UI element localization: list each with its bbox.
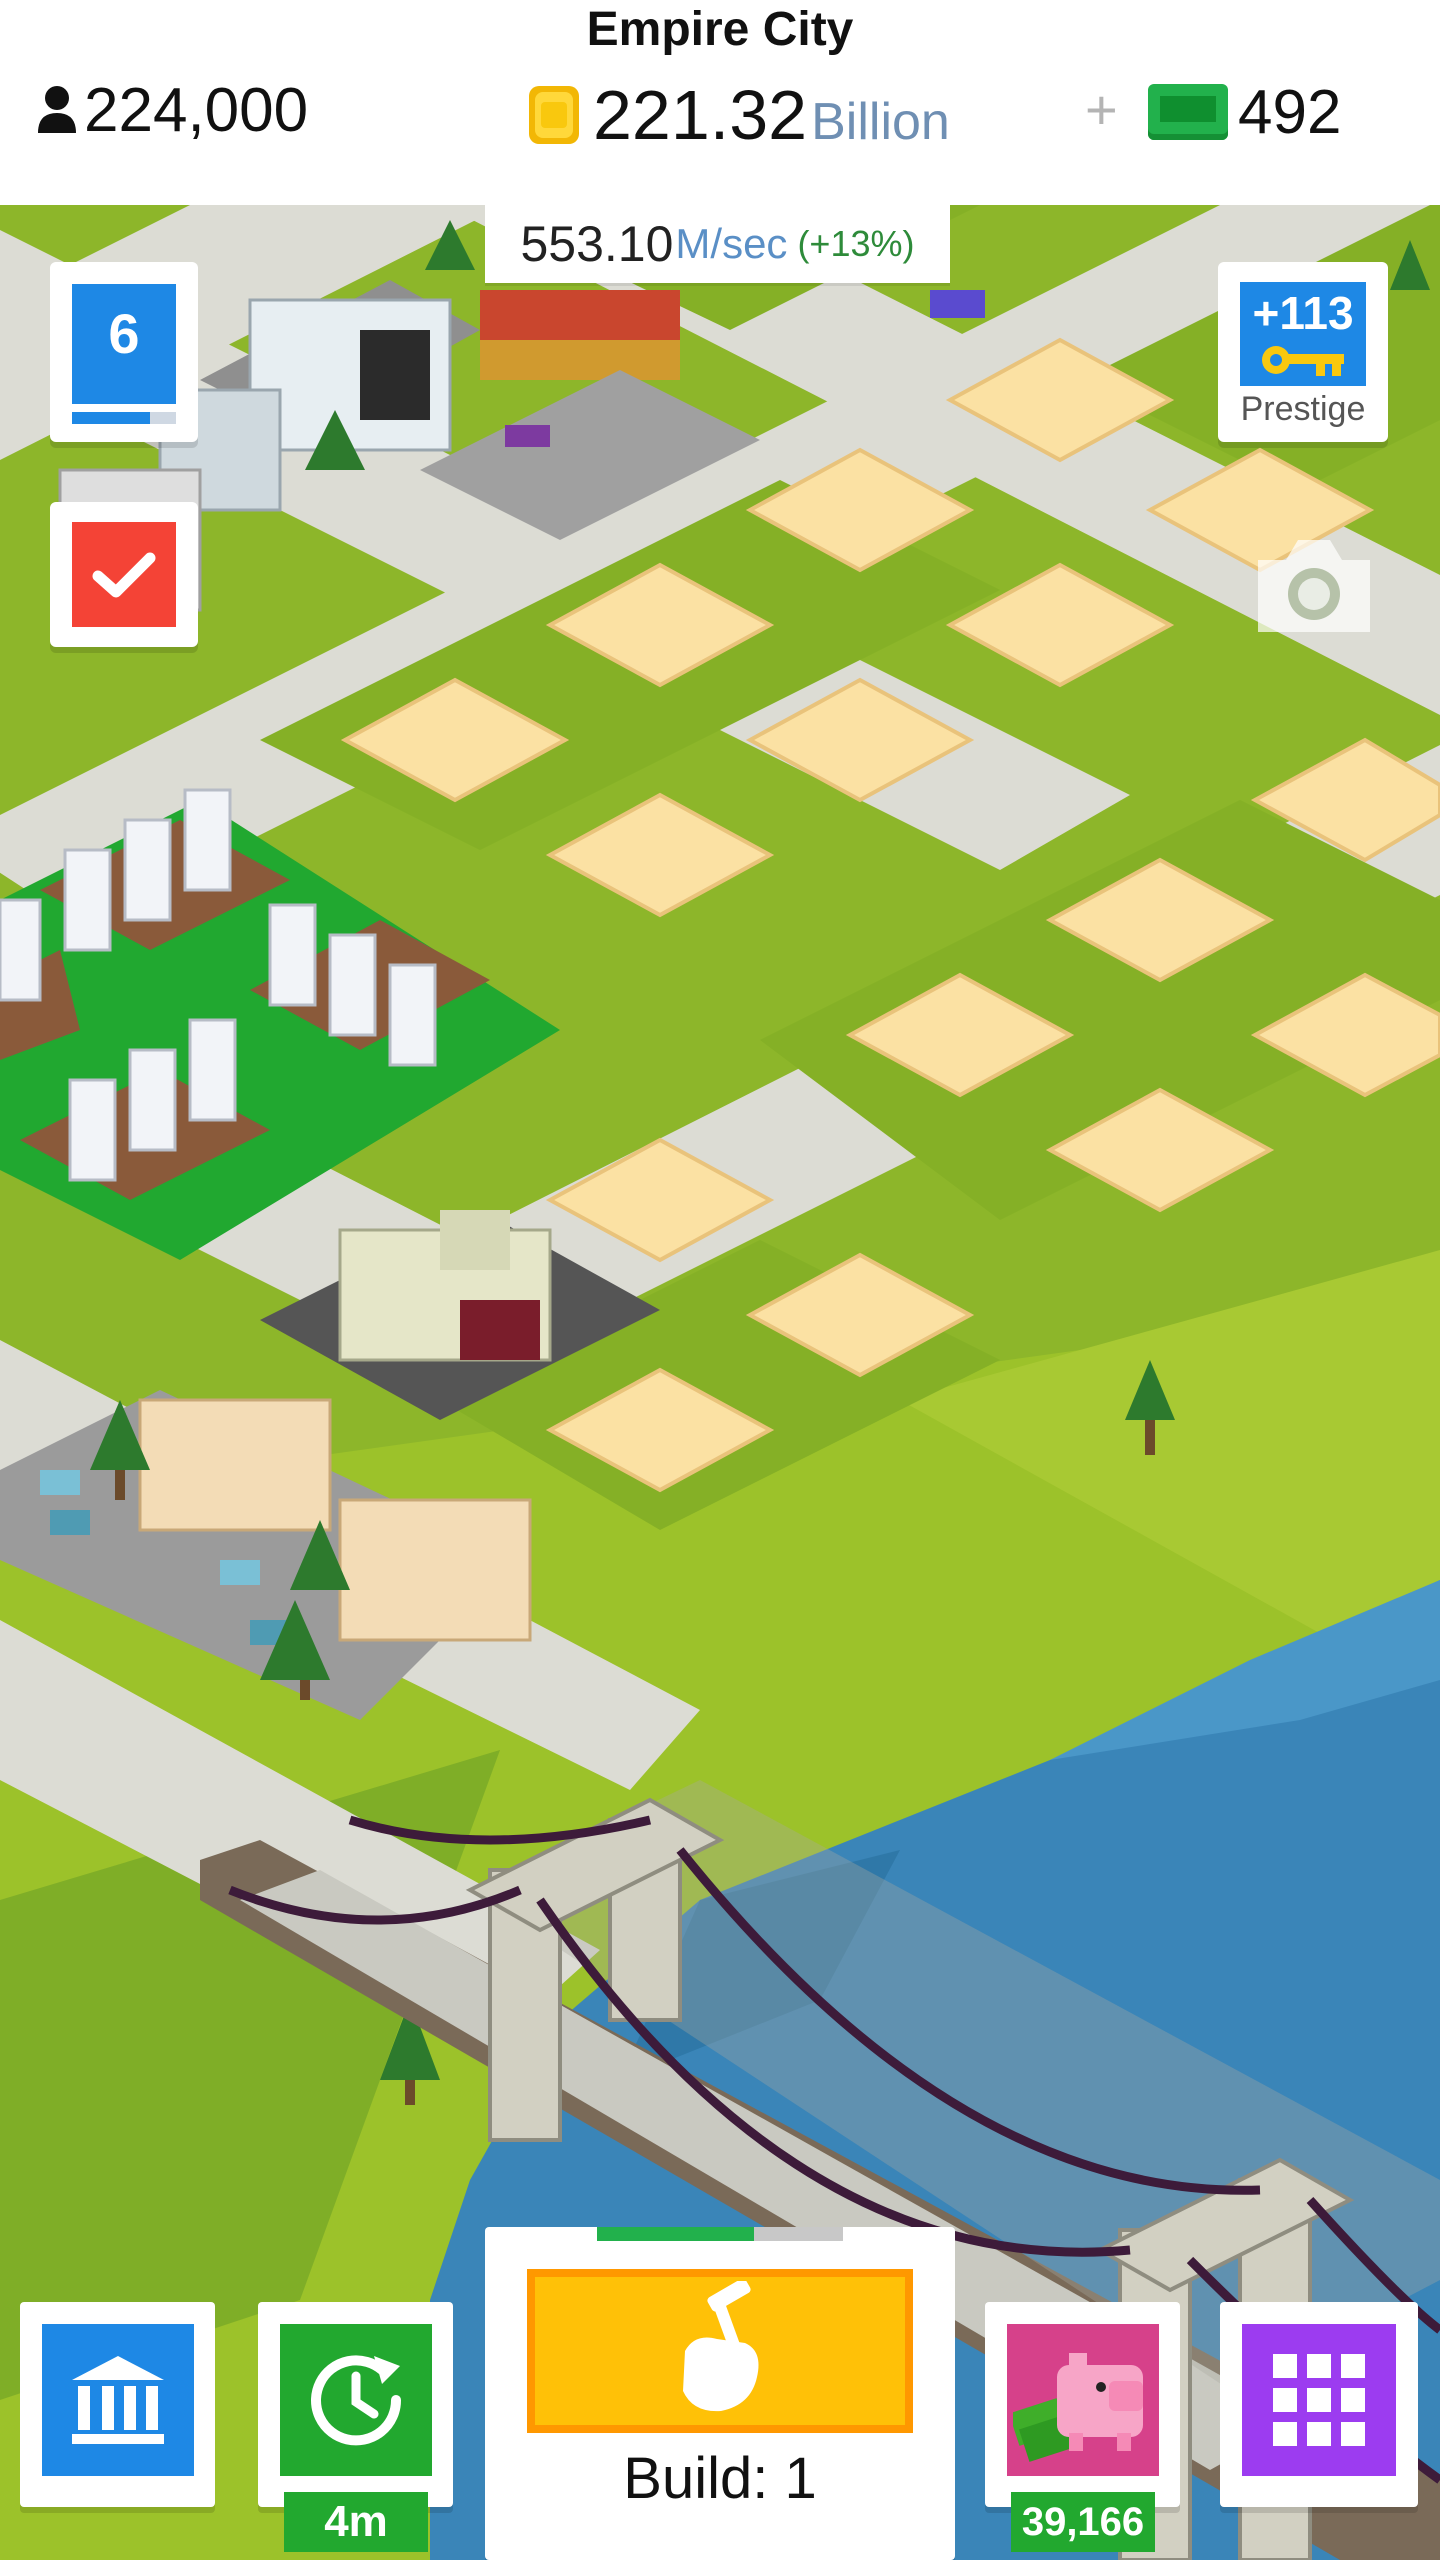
person-icon xyxy=(38,86,76,133)
city-name: Empire City xyxy=(586,3,854,56)
income-unit: M/sec xyxy=(675,220,788,267)
population-value: 224,000 xyxy=(84,75,309,145)
menu-badge xyxy=(1242,2324,1396,2476)
build-button[interactable]: Build: 1 xyxy=(485,2227,955,2560)
build-progress-bar xyxy=(597,2227,843,2241)
money-amount: 221.32 xyxy=(593,76,808,154)
piggy-badge xyxy=(1007,2324,1159,2476)
prestige-button[interactable]: +113 Prestige xyxy=(1218,262,1388,442)
top-bar: Empire City 224,000 221.32 Billion + 492 xyxy=(0,0,1440,205)
cash-icon xyxy=(1148,84,1228,140)
level-button[interactable]: 6 xyxy=(50,262,198,442)
build-progress-fill xyxy=(597,2227,755,2241)
hammer-hand-icon xyxy=(683,2281,759,2412)
boost-timer: 4m xyxy=(284,2492,428,2552)
money-unit: Billion xyxy=(811,93,950,151)
camera-icon xyxy=(1258,540,1370,632)
coin-icon xyxy=(529,86,579,144)
money-display: 221.32 Billion xyxy=(525,70,950,160)
prestige-badge: +113 xyxy=(1240,282,1366,386)
boost-button[interactable]: 4m xyxy=(258,2302,453,2552)
key-icon xyxy=(1262,346,1344,376)
clock-icon xyxy=(311,2355,402,2446)
income-value: 553.10 xyxy=(520,216,674,272)
prestige-label: Prestige xyxy=(1240,390,1366,428)
museum-badge xyxy=(42,2324,194,2476)
piggy-bank-icon xyxy=(1013,2353,1143,2462)
menu-button[interactable] xyxy=(1220,2302,1418,2507)
grid-icon xyxy=(1273,2354,1365,2446)
level-number: 6 xyxy=(108,302,140,365)
income-bonus: (+13%) xyxy=(797,223,915,264)
population-display: 224,000 xyxy=(36,70,308,150)
screenshot-button[interactable] xyxy=(1248,530,1378,640)
museum-icon xyxy=(72,2356,164,2444)
piggy-bank-button[interactable]: 39,166 xyxy=(985,2302,1180,2552)
tasks-button[interactable] xyxy=(50,502,198,647)
build-label: Build: 1 xyxy=(623,2446,817,2511)
level-progress-fill xyxy=(72,412,150,424)
prestige-count: +113 xyxy=(1252,287,1354,339)
piggy-bank-value: 39,166 xyxy=(1011,2492,1155,2552)
tasks-badge xyxy=(72,522,176,627)
gems-display: 492 xyxy=(1148,72,1341,152)
checkmark-icon xyxy=(92,552,156,597)
level-badge: 6 xyxy=(72,284,176,404)
build-badge xyxy=(527,2269,913,2433)
gems-value: 492 xyxy=(1238,77,1342,147)
add-gems-button[interactable]: + xyxy=(1085,80,1118,140)
income-rate-banner: 553.10 M/sec (+13%) xyxy=(485,205,950,283)
museum-button[interactable] xyxy=(20,2302,215,2507)
boost-badge xyxy=(280,2324,432,2476)
level-progress-bar xyxy=(72,412,176,424)
